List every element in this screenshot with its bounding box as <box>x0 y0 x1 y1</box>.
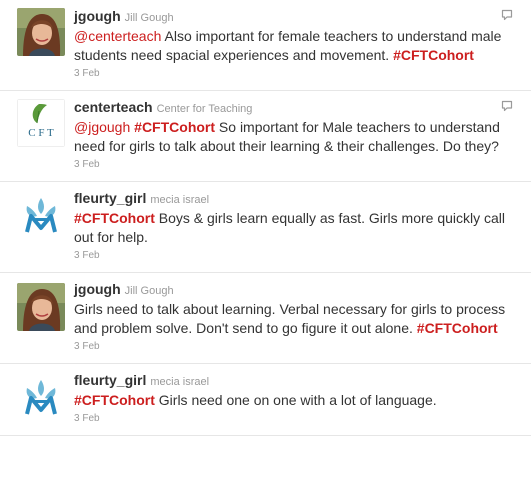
avatar[interactable] <box>17 283 65 331</box>
avatar[interactable] <box>17 8 65 56</box>
tweet-item[interactable]: fleurty_girl mecia israel #CFTCohort Girls… <box>0 364 531 436</box>
user-fullname: mecia israel <box>150 376 210 388</box>
user-handle[interactable]: fleurty_girl <box>74 372 146 388</box>
tweet-timestamp[interactable]: 3 Feb <box>74 67 519 80</box>
tweet-timestamp[interactable]: 3 Feb <box>74 340 519 353</box>
hashtag-link[interactable]: #CFTCohort <box>393 47 474 63</box>
tweet-text: #CFTCohort Girls need one on one with a … <box>74 391 519 410</box>
hashtag-link[interactable]: #CFTCohort <box>74 392 155 408</box>
tweet-header: fleurty_girl mecia israel <box>74 190 519 208</box>
user-handle[interactable]: centerteach <box>74 99 153 115</box>
hashtag-link[interactable]: #CFTCohort <box>134 119 215 135</box>
user-fullname: Center for Teaching <box>156 103 253 115</box>
tweet-header: fleurty_girl mecia israel <box>74 372 519 390</box>
tweet-text: @jgough #CFTCohort So important for Male… <box>74 118 519 156</box>
tweet-item[interactable]: jgough Jill Gough Girls need to talk about… <box>0 273 531 364</box>
reply-icon[interactable] <box>501 8 513 21</box>
tweet-text-segment: Girls need one on one with a lot of lang… <box>154 392 437 408</box>
user-fullname: mecia israel <box>150 194 210 206</box>
tweet-header: jgough Jill Gough <box>74 8 519 26</box>
avatar[interactable] <box>17 192 65 240</box>
user-fullname: Jill Gough <box>124 12 174 24</box>
user-handle[interactable]: fleurty_girl <box>74 190 146 206</box>
tweet-header: jgough Jill Gough <box>74 281 519 299</box>
avatar[interactable]: C F T <box>17 99 65 147</box>
tweet-timestamp[interactable]: 3 Feb <box>74 158 519 171</box>
tweet-text: @centerteach Also important for female t… <box>74 27 519 65</box>
svg-text:C F T: C F T <box>28 127 54 139</box>
mention-link[interactable]: @centerteach <box>74 28 161 44</box>
tweet-timestamp[interactable]: 3 Feb <box>74 412 519 425</box>
user-handle[interactable]: jgough <box>74 8 121 24</box>
user-handle[interactable]: jgough <box>74 281 121 297</box>
tweet-timeline: jgough Jill Gough @centerteach Also import… <box>0 0 531 436</box>
user-fullname: Jill Gough <box>124 285 174 297</box>
mention-link[interactable]: @jgough <box>74 119 130 135</box>
tweet-text: #CFTCohort Boys & girls learn equally as… <box>74 209 519 247</box>
tweet-header: centerteach Center for Teaching <box>74 99 519 117</box>
avatar[interactable] <box>17 374 65 422</box>
tweet-item[interactable]: fleurty_girl mecia israel #CFTCohort Boys … <box>0 182 531 273</box>
hashtag-link[interactable]: #CFTCohort <box>417 320 498 336</box>
tweet-text: Girls need to talk about learning. Verba… <box>74 300 519 338</box>
hashtag-link[interactable]: #CFTCohort <box>74 210 155 226</box>
tweet-item[interactable]: jgough Jill Gough @centerteach Also import… <box>0 0 531 91</box>
reply-icon[interactable] <box>501 99 513 112</box>
tweet-item[interactable]: C F T centerteach Center for Teaching @jgo… <box>0 91 531 182</box>
tweet-timestamp[interactable]: 3 Feb <box>74 249 519 262</box>
